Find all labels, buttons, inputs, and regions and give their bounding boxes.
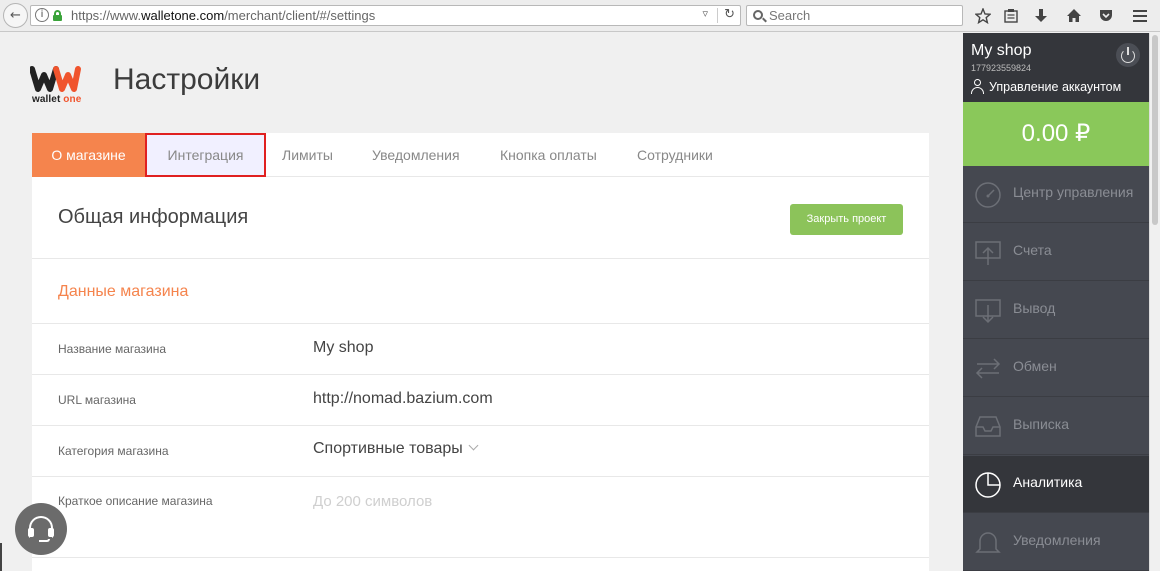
nav-label: Обмен [1013,358,1057,374]
divider [32,425,929,426]
store-category-select[interactable]: Спортивные товары [313,440,479,458]
address-bar[interactable]: i https://www.walletone.com/merchant/cli… [30,5,741,26]
nav-label: Уведомления [1013,532,1101,548]
sidebar-item-dashboard[interactable]: Центр управления [963,166,1149,223]
tab-notifications[interactable]: Уведомления [372,133,460,177]
sidebar-item-notifications[interactable]: Уведомления [963,514,1149,571]
tab-integration[interactable]: Интеграция [145,133,266,177]
browser-toolbar: ← i https://www.walletone.com/merchant/c… [0,0,1160,32]
scroll-indicator [0,543,2,571]
divider [717,8,718,23]
tab-employees[interactable]: Сотрудники [637,133,713,177]
account-sidebar: My shop 177923559824 Управление аккаунто… [963,33,1149,571]
sidebar-item-exchange[interactable]: Обмен [963,340,1149,397]
shop-id: 177923559824 [971,63,1032,73]
pocket-icon[interactable] [1098,8,1114,24]
pie-chart-icon [975,472,1001,498]
nav-label: Центр управления [1013,184,1134,200]
reload-icon[interactable]: ↻ [724,7,735,22]
walletone-logo-icon[interactable] [30,63,82,93]
back-button[interactable]: ← [3,3,28,28]
divider [32,476,929,477]
shop-name: My shop [971,42,1032,59]
sidebar-header: My shop 177923559824 Управление аккаунто… [963,33,1149,102]
divider [32,323,929,324]
balance-display[interactable]: 0.00 ₽ [963,102,1149,166]
nav-label: Вывод [1013,300,1056,316]
nav-label: Счета [1013,242,1052,258]
lock-icon [53,10,62,21]
tab-about-store[interactable]: О магазине [32,133,145,177]
menu-icon[interactable] [1133,9,1149,23]
search-bar[interactable]: Search [746,5,963,26]
vertical-scrollbar[interactable] [1149,33,1160,571]
store-name-label: Название магазина [58,342,167,356]
divider [32,557,929,558]
section-title: Общая информация [58,206,249,228]
exchange-icon [975,358,1001,379]
close-project-button[interactable]: Закрыть проект [790,204,903,235]
bookmark-star-icon[interactable] [975,8,991,24]
section-header: Общая информация Закрыть проект [32,178,929,259]
store-category-value: Спортивные товары [313,440,463,457]
store-name-value[interactable]: My shop [313,339,373,357]
page-title: Настройки [113,63,261,96]
divider [32,374,929,375]
store-description-label: Краткое описание магазина [58,494,213,508]
search-input[interactable]: Search [769,8,810,23]
download-icon[interactable] [1033,8,1049,24]
logo-text: wallet one [32,94,82,105]
scroll-thumb[interactable] [1152,35,1158,225]
support-button[interactable] [15,503,67,555]
store-description-input[interactable]: До 200 символов [313,493,432,510]
user-icon [971,79,985,94]
withdraw-icon [975,299,1001,324]
bell-icon [975,532,1001,553]
page-content: wallet one Настройки О магазине Интеграц… [0,33,962,571]
nav-label: Выписка [1013,416,1070,432]
nav-label: Аналитика [1013,474,1083,490]
sidebar-item-analytics[interactable]: Аналитика [963,456,1149,513]
url-dropdown-icon[interactable]: ▿ [702,7,708,20]
statement-icon [975,416,1001,437]
dashboard-icon [975,182,1001,208]
tab-bar: О магазине Интеграция Лимиты Уведомления… [32,133,929,177]
tab-limits[interactable]: Лимиты [282,133,333,177]
info-icon[interactable]: i [35,8,49,22]
power-icon[interactable] [1116,43,1140,67]
sidebar-item-withdraw[interactable]: Вывод [963,282,1149,339]
reading-list-icon[interactable] [1003,8,1019,24]
store-category-label: Категория магазина [58,444,169,458]
sidebar-item-invoices[interactable]: Счета [963,224,1149,281]
search-icon [753,10,763,20]
tab-payment-button[interactable]: Кнопка оплаты [500,133,597,177]
account-management-link[interactable]: Управление аккаунтом [971,79,1121,94]
invoice-icon [975,241,1001,265]
store-url-value[interactable]: http://nomad.bazium.com [313,390,493,408]
chevron-down-icon [468,440,479,451]
subsection-title: Данные магазина [58,283,189,300]
sidebar-item-statement[interactable]: Выписка [963,398,1149,455]
home-icon[interactable] [1066,8,1082,24]
store-url-label: URL магазина [58,393,136,407]
url-text[interactable]: https://www.walletone.com/merchant/clien… [71,8,375,23]
settings-card: О магазине Интеграция Лимиты Уведомления… [32,133,929,571]
